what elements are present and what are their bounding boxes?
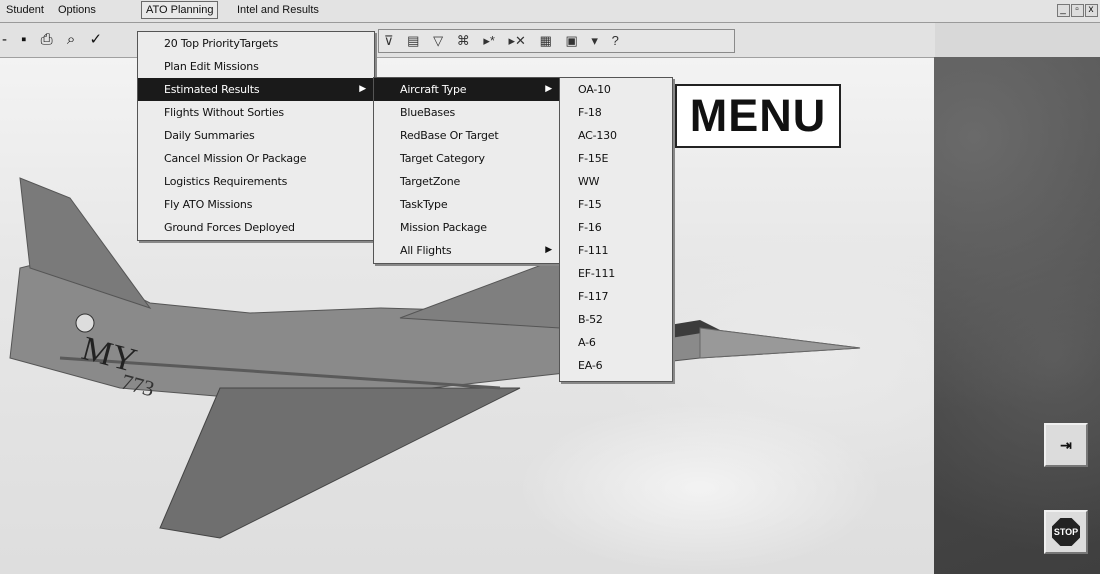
menu-callout-label: MENU — [675, 84, 841, 148]
aircraft-item-ef-111[interactable]: EF-111 — [560, 262, 672, 285]
find-icon[interactable]: ⌘ — [457, 33, 470, 49]
dash-icon[interactable]: - — [2, 31, 10, 48]
menu-item-fly-ato-missions[interactable]: Fly ATO Missions — [138, 193, 374, 216]
aircraft-type-submenu: OA-10 F-18 AC-130 F-15E WW F-15 F-16 F-1… — [559, 77, 673, 382]
aircraft-item-oa-10[interactable]: OA-10 — [560, 78, 672, 101]
stop-label: STOP — [1053, 527, 1079, 537]
filter-by-form-icon[interactable]: ▤ — [407, 33, 419, 49]
submenu-item-mission-package[interactable]: Mission Package — [374, 216, 560, 239]
aircraft-item-b-52[interactable]: B-52 — [560, 308, 672, 331]
restore-icon[interactable]: ▫ — [1071, 4, 1084, 17]
menu-item-flights-without-sorties[interactable]: Flights Without Sorties — [138, 101, 374, 124]
menu-item-ground-forces-deployed[interactable]: Ground Forces Deployed — [138, 216, 374, 239]
aircraft-item-f-15[interactable]: F-15 — [560, 193, 672, 216]
aircraft-item-a-6[interactable]: A-6 — [560, 331, 672, 354]
stop-sign-icon: STOP — [1052, 518, 1080, 546]
submenu-item-task-type[interactable]: TaskType — [374, 193, 560, 216]
aircraft-item-f-16[interactable]: F-16 — [560, 216, 672, 239]
save-icon[interactable]: ▪ — [21, 31, 29, 48]
menu-item-cancel-mission-or-package[interactable]: Cancel Mission Or Package — [138, 147, 374, 170]
menu-item-plan-edit-missions[interactable]: Plan Edit Missions — [138, 55, 374, 78]
close-icon[interactable]: x — [1085, 4, 1098, 17]
spellcheck-icon[interactable]: ✓ — [89, 30, 105, 48]
menu-student[interactable]: Student — [4, 4, 46, 16]
submenu-item-redbase-or-target[interactable]: RedBase Or Target — [374, 124, 560, 147]
window-controls: _ ▫ x — [1056, 4, 1098, 17]
toolbar-right-group: ⊽ ▤ ▽ ⌘ ▸* ▸✕ ▦ ▣ ▾ ? — [378, 29, 735, 53]
new-object-dropdown-icon[interactable]: ▾ — [591, 33, 598, 49]
print-icon[interactable]: ⎙ — [41, 31, 56, 48]
submenu-item-target-category[interactable]: Target Category — [374, 147, 560, 170]
stop-button[interactable]: STOP — [1044, 510, 1088, 554]
delete-record-icon[interactable]: ▸✕ — [509, 33, 526, 49]
right-side-panel — [934, 57, 1100, 574]
aircraft-item-f-15e[interactable]: F-15E — [560, 147, 672, 170]
new-object-icon[interactable]: ▣ — [566, 33, 578, 49]
help-icon[interactable]: ? — [612, 33, 619, 48]
aircraft-item-ac-130[interactable]: AC-130 — [560, 124, 672, 147]
submenu-item-all-flights[interactable]: All Flights ▶ — [374, 239, 560, 262]
menu-options[interactable]: Options — [56, 4, 98, 16]
filter-select-icon[interactable]: ⊽ — [384, 33, 394, 49]
menu-item-daily-summaries[interactable]: Daily Summaries — [138, 124, 374, 147]
submenu-item-blue-bases[interactable]: BlueBases — [374, 101, 560, 124]
aircraft-item-f-111[interactable]: F-111 — [560, 239, 672, 262]
menu-intel-and-results[interactable]: Intel and Results — [235, 4, 321, 16]
exit-button[interactable]: ⇥ — [1044, 423, 1088, 467]
aircraft-item-f-18[interactable]: F-18 — [560, 101, 672, 124]
toolbar-left-group: - ▪ ⎙ ⌕ ✓ — [2, 30, 109, 48]
exit-door-icon: ⇥ — [1060, 436, 1072, 453]
submenu-arrow-icon: ▶ — [359, 84, 366, 94]
submenu-arrow-icon: ▶ — [545, 245, 552, 255]
submenu-item-target-zone[interactable]: TargetZone — [374, 170, 560, 193]
submenu-item-aircraft-type[interactable]: Aircraft Type ▶ — [374, 78, 560, 101]
menu-ato-planning[interactable]: ATO Planning — [141, 1, 219, 19]
minimize-icon[interactable]: _ — [1057, 4, 1070, 17]
database-window-icon[interactable]: ▦ — [540, 33, 552, 49]
new-record-icon[interactable]: ▸* — [483, 33, 495, 49]
menu-item-logistics-requirements[interactable]: Logistics Requirements — [138, 170, 374, 193]
apply-filter-icon[interactable]: ▽ — [433, 33, 443, 49]
aircraft-item-ww[interactable]: WW — [560, 170, 672, 193]
submenu-arrow-icon: ▶ — [545, 84, 552, 94]
aircraft-item-f-117[interactable]: F-117 — [560, 285, 672, 308]
estimated-results-submenu: Aircraft Type ▶ BlueBases RedBase Or Targ… — [373, 77, 561, 264]
aircraft-item-ea-6[interactable]: EA-6 — [560, 354, 672, 377]
menu-item-estimated-results[interactable]: Estimated Results ▶ — [138, 78, 374, 101]
ato-planning-dropdown: 20 Top PriorityTargets Plan Edit Mission… — [137, 31, 375, 241]
menu-item-20-top-priority-targets[interactable]: 20 Top PriorityTargets — [138, 32, 374, 55]
print-preview-icon[interactable]: ⌕ — [67, 31, 78, 48]
menu-bar: Student Options ATO Planning Intel and R… — [0, 0, 1100, 23]
